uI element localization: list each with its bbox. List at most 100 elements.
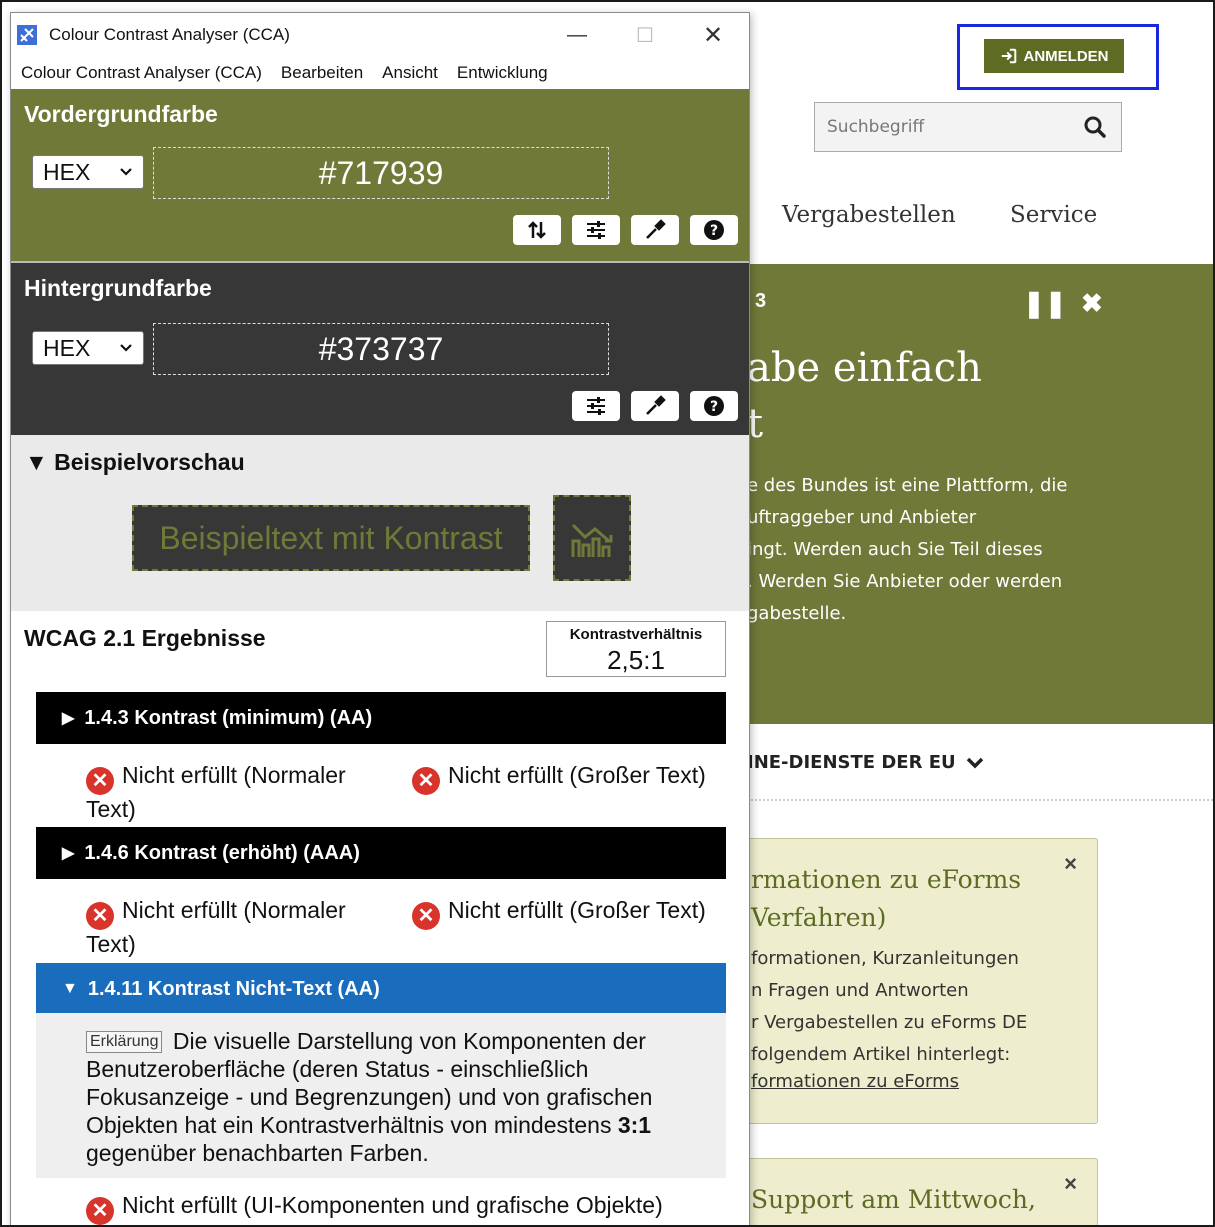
minimize-button[interactable]: — xyxy=(555,17,599,53)
result-ui-components: ✕ Nicht erfüllt (UI-Komponenten und grafi… xyxy=(86,1191,736,1225)
result-label: Nicht erfüllt (UI-Komponenten und grafis… xyxy=(122,1192,663,1218)
login-button[interactable]: ANMELDEN xyxy=(984,39,1124,73)
svg-text:?: ? xyxy=(710,223,718,239)
card-link[interactable]: formationen zu eForms xyxy=(751,1071,959,1092)
explanation-ratio: 3:1 xyxy=(617,1112,652,1138)
background-section: Hintergrundfarbe HEX #373737 ? xyxy=(11,261,749,435)
foreground-section: Vordergrundfarbe HEX #717939 ? xyxy=(11,89,749,261)
result-normal-text: ✕ Nicht erfüllt (Normaler Text) xyxy=(86,761,386,823)
divider xyxy=(747,799,1213,801)
expand-triangle-icon: ▶ xyxy=(62,710,75,727)
background-sliders-button[interactable] xyxy=(572,391,620,421)
preview-toggle[interactable]: ▼ Beispielvorschau xyxy=(25,449,245,476)
screen: ANMELDEN Vergabestellen Service 3 ❚❚ ✖ a… xyxy=(0,0,1215,1227)
explanation-tag: Erklärung xyxy=(86,1031,163,1053)
menu-cca[interactable]: Colour Contrast Analyser (CCA) xyxy=(21,63,262,83)
search-icon xyxy=(1084,116,1106,138)
result-normal-text: ✕ Nicht erfüllt (Normaler Text) xyxy=(86,896,386,958)
contrast-ratio-label: Kontrastverhältnis xyxy=(569,626,703,643)
results-title: WCAG 2.1 Ergebnisse xyxy=(24,625,266,651)
foreground-title: Vordergrundfarbe xyxy=(24,101,218,127)
fail-icon: ✕ xyxy=(86,767,114,795)
background-title: Hintergrundfarbe xyxy=(24,275,212,301)
foreground-format-value: HEX xyxy=(43,158,91,185)
contrast-ratio-box: Kontrastverhältnis 2,5:1 xyxy=(546,621,726,677)
nav-vergabestellen[interactable]: Vergabestellen xyxy=(782,202,956,228)
criterion-explanation: Erklärung Die visuelle Darstellung von K… xyxy=(36,1013,726,1178)
hero-banner: 3 ❚❚ ✖ abe einfach t e des Bundes ist ei… xyxy=(747,264,1213,724)
pause-icon[interactable]: ❚❚ xyxy=(1023,288,1067,319)
foreground-hex-input[interactable]: #717939 xyxy=(153,147,609,199)
close-icon[interactable]: × xyxy=(1064,851,1077,877)
sliders-icon xyxy=(587,221,605,239)
title-bar[interactable]: Colour Contrast Analyser (CCA) — ☐ ✕ xyxy=(11,13,749,57)
foreground-sliders-button[interactable] xyxy=(572,215,620,245)
menu-bearbeiten[interactable]: Bearbeiten xyxy=(281,63,363,83)
info-card: × rmationen zu eForms Verfahren) formati… xyxy=(722,838,1098,1124)
preview-sample-text: Beispieltext mit Kontrast xyxy=(132,505,530,571)
eyedropper-icon xyxy=(646,219,666,239)
result-label: Nicht erfüllt (Großer Text) xyxy=(448,762,706,788)
expand-triangle-icon: ▶ xyxy=(62,845,75,862)
menu-bar: Colour Contrast Analyser (CCA) Bearbeite… xyxy=(11,57,749,89)
background-format-select[interactable]: HEX xyxy=(32,331,144,365)
cca-app-icon xyxy=(17,25,37,45)
chevron-down-icon xyxy=(120,344,132,352)
close-icon[interactable]: × xyxy=(1064,1171,1077,1197)
help-icon: ? xyxy=(704,396,724,416)
foreground-format-select[interactable]: HEX xyxy=(32,155,144,189)
explanation-end: gegenüber benachbarten Farben. xyxy=(86,1140,429,1166)
help-icon: ? xyxy=(704,220,724,240)
eyedropper-icon xyxy=(646,395,666,415)
result-label: Nicht erfüllt (Normaler Text) xyxy=(86,762,346,822)
collapse-triangle-icon: ▼ xyxy=(62,980,78,997)
foreground-help-button[interactable]: ? xyxy=(690,215,738,245)
info-card: × Support am Mittwoch, .1.2023(Allerheil… xyxy=(722,1158,1098,1225)
swap-colors-button[interactable] xyxy=(513,215,561,245)
card-text: formationen, Kurzanleitungen n Fragen un… xyxy=(751,948,1028,1065)
eu-services-toggle[interactable]: INE-DIENSTE DER EU xyxy=(747,752,984,773)
result-label: Nicht erfüllt (Normaler Text) xyxy=(86,897,346,957)
close-icon[interactable]: ✖ xyxy=(1081,288,1103,319)
background-format-value: HEX xyxy=(43,334,91,361)
criterion-1-4-11[interactable]: ▼ 1.4.11 Kontrast Nicht-Text (AA) xyxy=(36,963,726,1015)
hero-title: abe einfach t xyxy=(747,345,982,447)
background-eyedropper-button[interactable] xyxy=(631,391,679,421)
window-title: Colour Contrast Analyser (CCA) xyxy=(49,25,290,44)
menu-entwicklung[interactable]: Entwicklung xyxy=(457,63,548,83)
card-title: Support am Mittwoch, .1.2023(Allerheilig… xyxy=(751,1185,1036,1225)
search-input[interactable] xyxy=(815,103,1070,151)
swap-icon xyxy=(528,221,546,239)
fail-icon: ✕ xyxy=(412,767,440,795)
criterion-label: 1.4.6 Kontrast (erhöht) (AAA) xyxy=(84,841,360,864)
background-hex-input[interactable]: #373737 xyxy=(153,323,609,375)
explanation-text: Die visuelle Darstellung von Komponenten… xyxy=(86,1028,653,1138)
hero-slide-number: 3 xyxy=(755,290,767,312)
site-search xyxy=(814,102,1122,152)
close-window-button[interactable]: ✕ xyxy=(691,17,735,53)
result-large-text: ✕ Nicht erfüllt (Großer Text) xyxy=(412,761,742,795)
fail-icon: ✕ xyxy=(86,1197,114,1225)
criterion-label: 1.4.3 Kontrast (minimum) (AA) xyxy=(84,706,373,729)
cca-window: Colour Contrast Analyser (CCA) — ☐ ✕ Col… xyxy=(10,12,750,1225)
foreground-eyedropper-button[interactable] xyxy=(631,215,679,245)
background-help-button[interactable]: ? xyxy=(690,391,738,421)
criterion-1-4-3[interactable]: ▶ 1.4.3 Kontrast (minimum) (AA) xyxy=(36,692,726,744)
menu-ansicht[interactable]: Ansicht xyxy=(382,63,438,83)
chevron-down-icon xyxy=(120,168,132,176)
fail-icon: ✕ xyxy=(86,902,114,930)
nav-service[interactable]: Service xyxy=(1010,202,1097,228)
hero-text: e des Bundes ist eine Plattform, die uft… xyxy=(747,475,1068,624)
preview-section: ▼ Beispielvorschau Beispieltext mit Kont… xyxy=(11,435,749,611)
criterion-label: 1.4.11 Kontrast Nicht-Text (AA) xyxy=(87,977,380,1000)
login-focus-outline: ANMELDEN xyxy=(957,24,1159,90)
criterion-1-4-6[interactable]: ▶ 1.4.6 Kontrast (erhöht) (AAA) xyxy=(36,827,726,879)
search-button[interactable] xyxy=(1069,103,1121,151)
contrast-ratio-value: 2,5:1 xyxy=(607,645,665,675)
sliders-icon xyxy=(587,397,605,415)
preview-title: Beispielvorschau xyxy=(54,449,245,475)
result-large-text: ✕ Nicht erfüllt (Großer Text) xyxy=(412,896,742,930)
eu-services-label: INE-DIENSTE DER EU xyxy=(747,752,956,773)
maximize-button[interactable]: ☐ xyxy=(623,17,667,53)
login-label: ANMELDEN xyxy=(1023,47,1109,65)
